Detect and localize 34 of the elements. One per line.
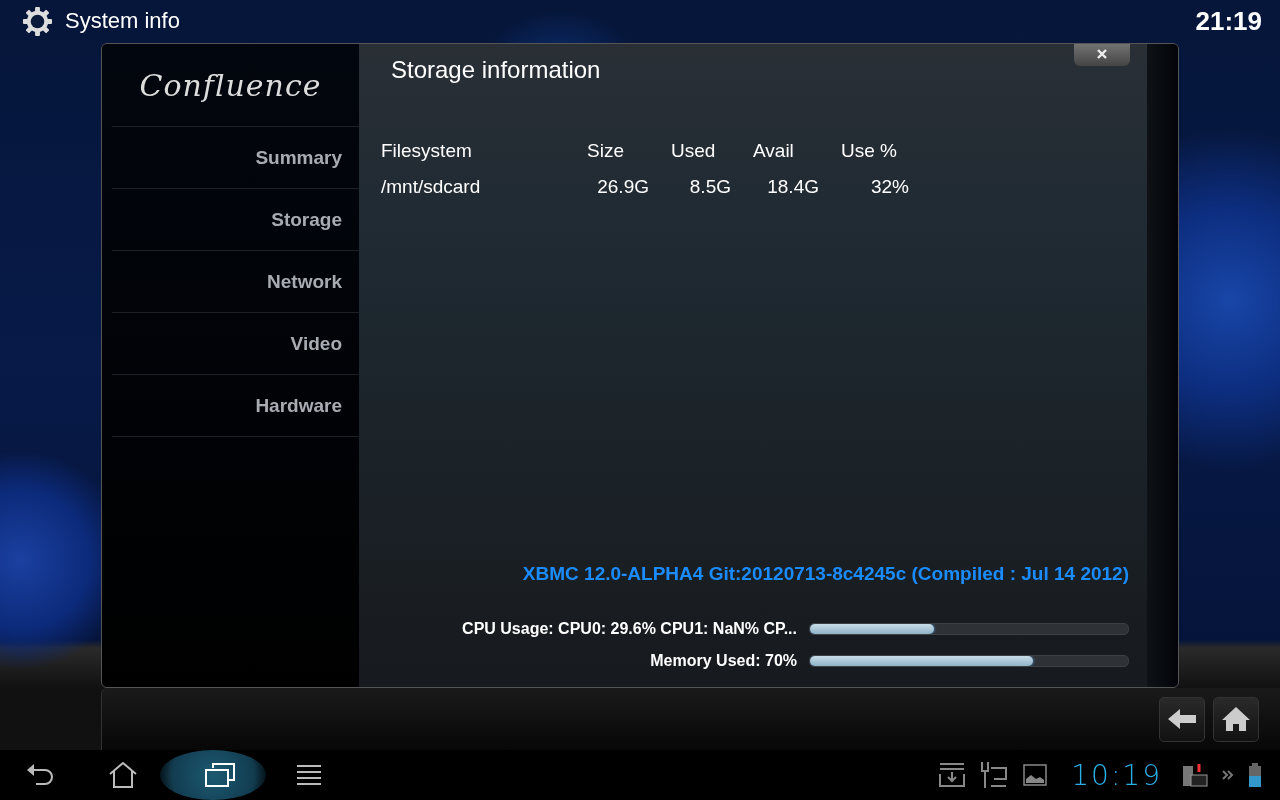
- image-icon: [1023, 764, 1048, 786]
- column-header: Size: [586, 139, 625, 162]
- meter-label: Memory Used: 70%: [650, 652, 797, 671]
- arrow-left-icon: [1167, 707, 1197, 732]
- version-text: XBMC 12.0-ALPHA4 Git:20120713-8c4245c (Compiled : Jul 14 2012): [521, 563, 1129, 586]
- table-cell-text: /mnt/sdcard: [381, 175, 482, 198]
- logo: Confluence: [138, 66, 323, 105]
- windows-icon: [204, 762, 236, 788]
- dialog-heading: Storage information: [390, 54, 601, 85]
- column-header: Use %: [840, 139, 898, 162]
- close-icon: [1096, 47, 1108, 60]
- status-clock: 10:19: [1071, 758, 1162, 792]
- column-header: Filesystem: [381, 139, 473, 162]
- back-icon[interactable]: [26, 763, 56, 787]
- download-icon: [939, 762, 966, 788]
- home-button[interactable]: [1213, 696, 1259, 742]
- column-header: Avail: [752, 139, 795, 162]
- chevron-icon: [1222, 769, 1234, 781]
- menu-icon[interactable]: [296, 763, 322, 787]
- table-cell-text: 26.9G: [596, 175, 649, 198]
- gear-icon: [22, 5, 53, 37]
- home-icon: [1221, 706, 1251, 733]
- table-cell-text: 18.4G: [766, 175, 819, 198]
- table-cell-text: 32%: [869, 175, 909, 198]
- column-header: Used: [670, 139, 717, 162]
- meter-label: CPU Usage: CPU0: 29.6% CPU1: NaN% CP...: [462, 620, 797, 639]
- clock: 21:19: [1195, 5, 1262, 37]
- window-title: System info: [65, 8, 180, 35]
- home-icon[interactable]: [108, 761, 138, 789]
- back-button[interactable]: [1159, 696, 1205, 742]
- battery-alert-icon: [1182, 763, 1208, 787]
- table-cell-text: 8.5G: [688, 175, 731, 198]
- battery-icon: [1248, 763, 1262, 787]
- close-button[interactable]: [1074, 43, 1130, 66]
